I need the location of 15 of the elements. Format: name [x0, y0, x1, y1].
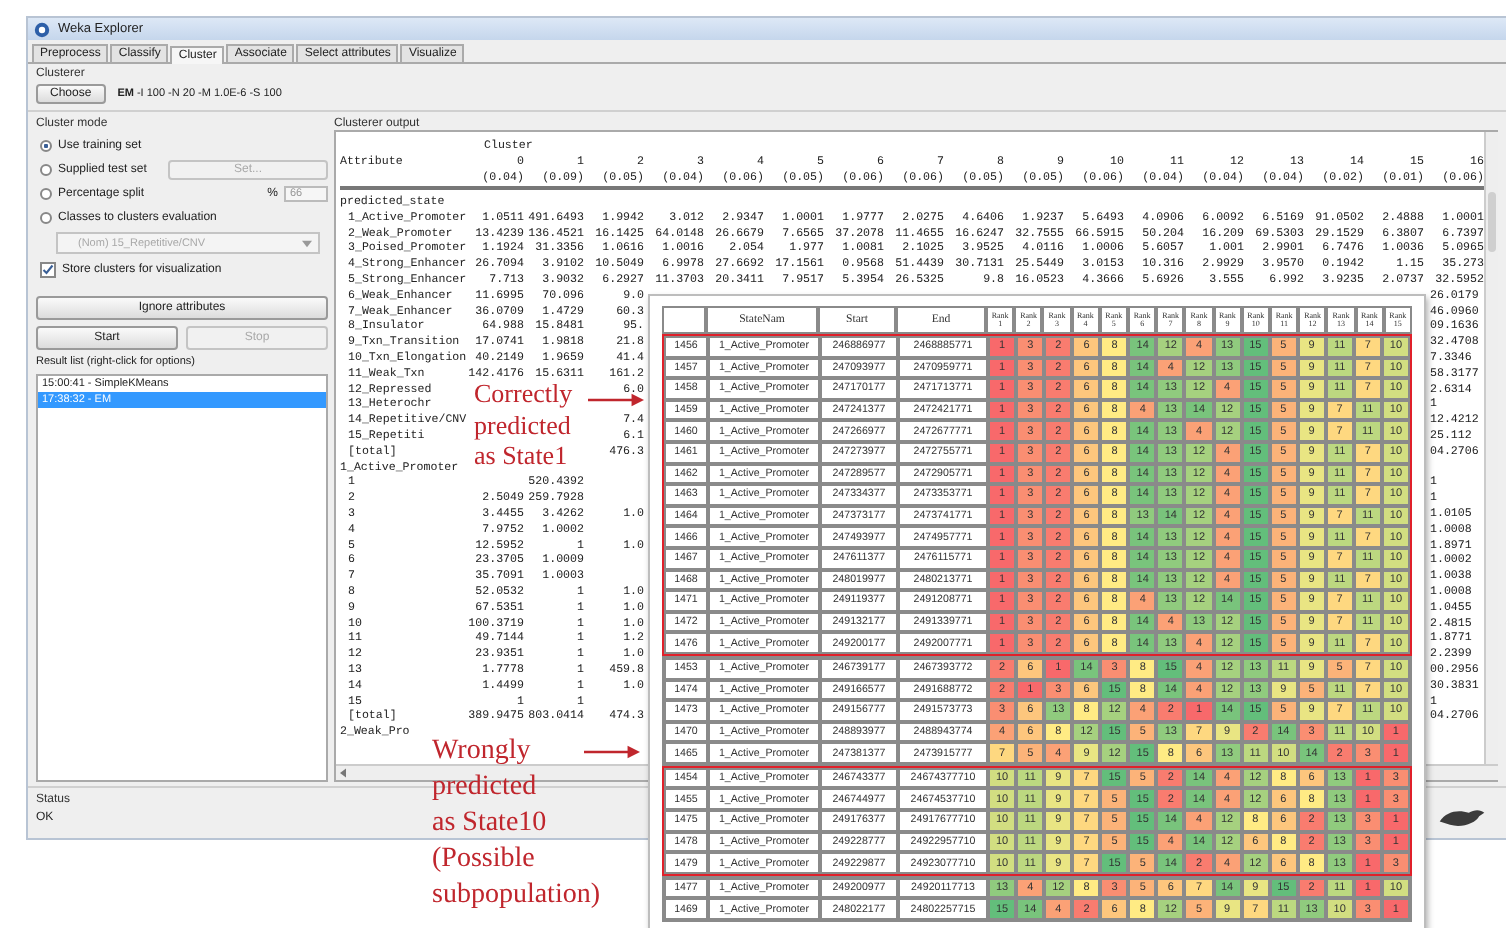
- radio-button[interactable]: [40, 211, 52, 223]
- scrollbar[interactable]: [1484, 132, 1498, 764]
- radio-button[interactable]: [40, 187, 52, 199]
- app-icon: [34, 21, 50, 37]
- radio-button[interactable]: [40, 163, 52, 175]
- header-cell: [662, 306, 706, 334]
- annotation-text: Correctly predicted as State1: [474, 378, 573, 471]
- annotation-text: Wrongly predicted as State10 (Possible subpopulation): [432, 734, 600, 914]
- arrow: [588, 392, 644, 408]
- radio-button[interactable]: [40, 139, 52, 151]
- caret-icon: [302, 239, 312, 247]
- arrow: [584, 744, 640, 760]
- checkbox[interactable]: [40, 261, 56, 277]
- bird-icon: [1438, 806, 1486, 830]
- scroll-arrow-icon[interactable]: [340, 768, 346, 778]
